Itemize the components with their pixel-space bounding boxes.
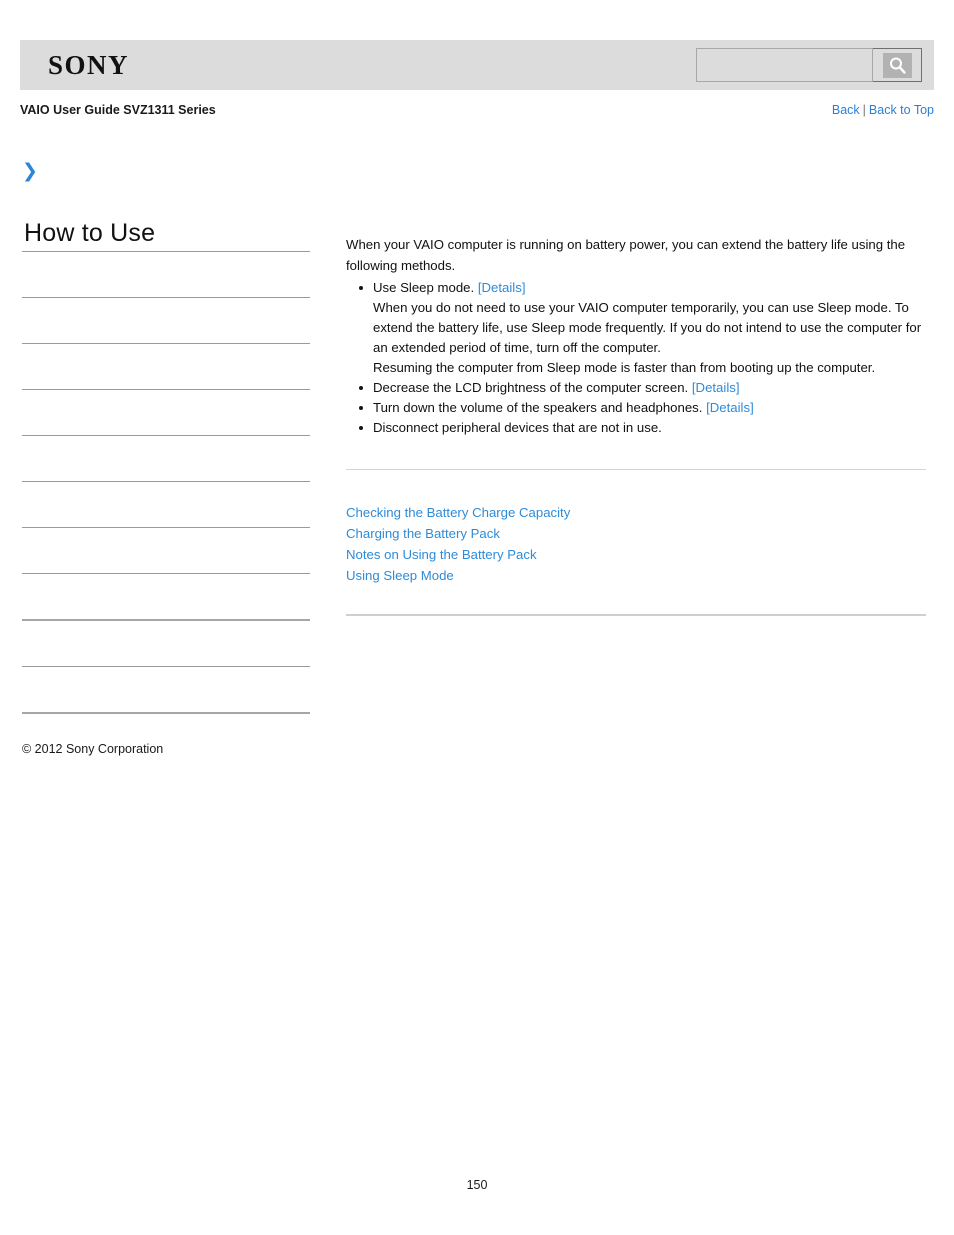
method-text: Turn down the volume of the speakers and… <box>373 400 703 415</box>
sidebar-item-2[interactable] <box>22 344 310 389</box>
methods-list: Use Sleep mode. [Details] When you do no… <box>346 278 926 438</box>
related-link-3[interactable]: Using Sleep Mode <box>346 568 454 583</box>
sidebar-item-7[interactable] <box>22 574 310 619</box>
details-link[interactable]: [Details] <box>478 280 526 295</box>
search-icon <box>882 52 912 78</box>
list-item: Turn down the volume of the speakers and… <box>359 398 926 418</box>
guide-title: VAIO User Guide SVZ1311 Series <box>20 103 216 117</box>
sidebar-navigation: How to Use <box>22 218 310 714</box>
chevron-right-icon[interactable]: ❯ <box>22 160 38 182</box>
list-item: Disconnect peripheral devices that are n… <box>359 418 926 438</box>
sidebar-item-4[interactable] <box>22 436 310 481</box>
method-text: Disconnect peripheral devices that are n… <box>373 420 662 435</box>
list-item: Using Sleep Mode <box>346 565 926 586</box>
sidebar-item-8[interactable] <box>22 621 310 666</box>
related-links-list: Checking the Battery Charge Capacity Cha… <box>346 502 926 586</box>
subheader-bar: VAIO User Guide SVZ1311 Series Back | Back… <box>20 101 934 121</box>
back-link[interactable]: Back <box>832 103 860 117</box>
copyright-notice: © 2012 Sony Corporation <box>22 742 164 756</box>
sidebar-item-9[interactable] <box>22 667 310 712</box>
list-item: Notes on Using the Battery Pack <box>346 544 926 565</box>
breadcrumb: ❯ <box>22 160 922 186</box>
page-number: 150 <box>466 1178 488 1192</box>
method-text: Use Sleep mode. <box>373 280 475 295</box>
sidebar-item-1[interactable] <box>22 298 310 343</box>
list-item: Checking the Battery Charge Capacity <box>346 502 926 523</box>
nav-separator: | <box>862 103 866 117</box>
related-link-1[interactable]: Charging the Battery Pack <box>346 526 500 541</box>
page-title: How to Use <box>24 219 156 247</box>
method-detail-line: Resuming the computer from Sleep mode is… <box>373 360 876 375</box>
list-item: Charging the Battery Pack <box>346 523 926 544</box>
details-link[interactable]: [Details] <box>692 380 740 395</box>
main-content: When your VAIO computer is running on ba… <box>346 235 926 616</box>
related-link-0[interactable]: Checking the Battery Charge Capacity <box>346 505 570 520</box>
search-area <box>696 48 922 82</box>
method-text: Decrease the LCD brightness of the compu… <box>373 380 689 395</box>
site-header: SONY <box>20 40 934 90</box>
intro-paragraph: When your VAIO computer is running on ba… <box>346 237 906 273</box>
search-button[interactable] <box>873 48 922 82</box>
back-to-top-link[interactable]: Back to Top <box>869 103 934 117</box>
sidebar-divider <box>22 712 310 714</box>
sidebar-item-3[interactable] <box>22 390 310 435</box>
details-link[interactable]: [Details] <box>706 400 754 415</box>
sidebar-item-6[interactable] <box>22 528 310 573</box>
search-input[interactable] <box>696 48 873 82</box>
list-item: Decrease the LCD brightness of the compu… <box>359 378 926 398</box>
sidebar-item-0[interactable] <box>22 252 310 297</box>
sidebar-item-5[interactable] <box>22 482 310 527</box>
related-link-2[interactable]: Notes on Using the Battery Pack <box>346 547 537 562</box>
content-divider-bottom <box>346 614 926 616</box>
list-item: Use Sleep mode. [Details] When you do no… <box>359 278 926 378</box>
header-nav-links: Back | Back to Top <box>832 101 934 119</box>
sony-logo: SONY <box>48 50 130 80</box>
method-detail-line: When you do not need to use your VAIO co… <box>373 300 922 355</box>
